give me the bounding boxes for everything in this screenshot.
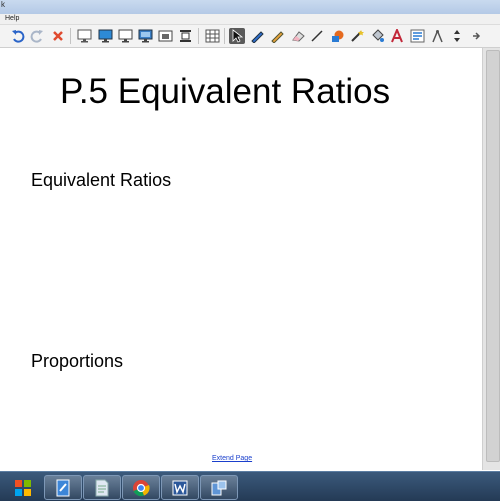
move-toolbar-icon[interactable] bbox=[449, 28, 465, 44]
camera-icon[interactable] bbox=[157, 28, 173, 44]
scrollbar-thumb[interactable] bbox=[486, 50, 500, 462]
capture-icon[interactable] bbox=[177, 28, 193, 44]
toolbar bbox=[0, 25, 500, 48]
file-icon[interactable] bbox=[83, 475, 121, 500]
menu-bar: Help bbox=[0, 14, 500, 25]
display-icon[interactable] bbox=[97, 28, 113, 44]
eraser-icon[interactable] bbox=[289, 28, 305, 44]
toolbar-separator bbox=[224, 28, 225, 44]
table-icon[interactable] bbox=[204, 28, 220, 44]
magic-pen-icon[interactable] bbox=[349, 28, 365, 44]
shapes-icon[interactable] bbox=[329, 28, 345, 44]
vertical-scrollbar[interactable] bbox=[482, 48, 500, 470]
more-icon[interactable] bbox=[468, 28, 484, 44]
heading-proportions: Proportions bbox=[31, 351, 124, 371]
heading-equivalent-ratios: Equivalent Ratios bbox=[31, 170, 172, 190]
start-icon[interactable] bbox=[8, 475, 38, 500]
select-arrow-icon[interactable] bbox=[229, 28, 245, 44]
redo-icon[interactable] bbox=[29, 28, 45, 44]
window-title-fragment: k bbox=[1, 0, 5, 9]
properties-icon[interactable] bbox=[409, 28, 425, 44]
taskbar bbox=[0, 471, 500, 501]
word-icon[interactable] bbox=[161, 475, 199, 500]
notebook-icon[interactable] bbox=[44, 475, 82, 500]
fill-icon[interactable] bbox=[369, 28, 385, 44]
window-title-strip: k bbox=[0, 0, 500, 14]
chrome-icon[interactable] bbox=[122, 475, 160, 500]
toolbar-separator bbox=[70, 28, 71, 44]
undo-icon[interactable] bbox=[10, 28, 26, 44]
screen-shade-icon[interactable] bbox=[76, 28, 92, 44]
measure-icon[interactable] bbox=[429, 28, 445, 44]
creative-pen-icon[interactable] bbox=[269, 28, 285, 44]
toolbar-separator bbox=[198, 28, 199, 44]
delete-icon[interactable] bbox=[50, 28, 66, 44]
menu-help[interactable]: Help bbox=[5, 14, 19, 24]
page-title: P.5 Equivalent Ratios bbox=[60, 72, 391, 111]
smart-icon[interactable] bbox=[200, 475, 238, 500]
monitor-alt-icon[interactable] bbox=[137, 28, 153, 44]
text-icon[interactable] bbox=[389, 28, 405, 44]
extend-page-link[interactable]: Extend Page bbox=[212, 455, 252, 462]
line-icon[interactable] bbox=[309, 28, 325, 44]
monitor-icon[interactable] bbox=[117, 28, 133, 44]
pen-icon[interactable] bbox=[249, 28, 265, 44]
